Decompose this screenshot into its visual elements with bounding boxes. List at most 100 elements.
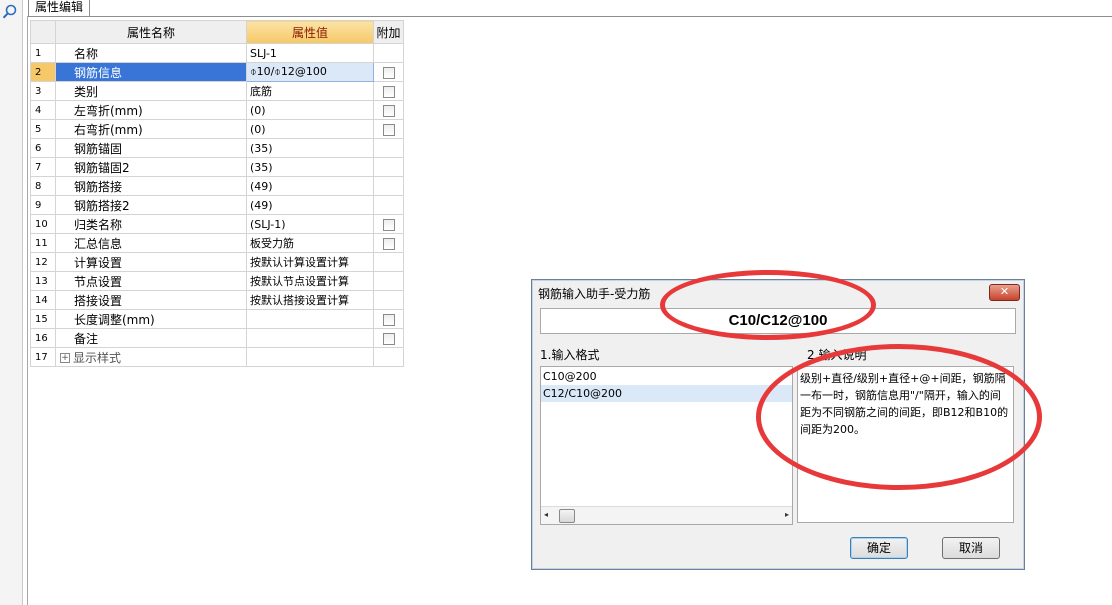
- table-row[interactable]: 14 搭接设置 按默认搭接设置计算: [30, 290, 404, 310]
- property-name-cell[interactable]: 右弯折(mm): [55, 119, 247, 139]
- extra-checkbox[interactable]: [382, 104, 395, 117]
- row-number: 13: [30, 271, 56, 291]
- property-value-cell[interactable]: (SLJ-1): [246, 214, 374, 234]
- row-number: 9: [30, 195, 56, 215]
- property-value-header[interactable]: 属性值: [246, 20, 374, 44]
- annotation-ellipse-input: [660, 270, 876, 340]
- row-number: 12: [30, 252, 56, 272]
- table-row[interactable]: 1 名称 SLJ-1: [30, 43, 404, 63]
- property-name-cell[interactable]: 类别: [55, 81, 247, 101]
- search-icon[interactable]: [2, 4, 18, 20]
- property-name-text: 显示样式: [73, 350, 122, 365]
- property-value-cell[interactable]: ⌽10/⌽12@100: [246, 62, 374, 82]
- property-name-cell[interactable]: 备注: [55, 328, 247, 348]
- table-row[interactable]: 6 钢筋锚固 (35): [30, 138, 404, 158]
- property-name-cell[interactable]: 节点设置: [55, 271, 247, 291]
- table-row[interactable]: 15 长度调整(mm): [30, 309, 404, 329]
- extra-cell: [373, 214, 404, 234]
- table-row[interactable]: 17 + 显示样式: [30, 347, 404, 367]
- property-value-cell[interactable]: 按默认计算设置计算: [246, 252, 374, 272]
- extra-checkbox[interactable]: [382, 218, 395, 231]
- row-number: 4: [30, 100, 56, 120]
- extra-cell: [373, 119, 404, 139]
- property-name-text: 搭接设置: [74, 293, 123, 308]
- property-value-cell[interactable]: (49): [246, 176, 374, 196]
- extra-cell: [373, 233, 404, 253]
- row-number: 6: [30, 138, 56, 158]
- property-name-cell[interactable]: 钢筋锚固: [55, 138, 247, 158]
- extra-checkbox[interactable]: [382, 123, 395, 136]
- property-value-cell[interactable]: 按默认节点设置计算: [246, 271, 374, 291]
- property-name-cell[interactable]: 钢筋搭接: [55, 176, 247, 196]
- property-name-cell[interactable]: 计算设置: [55, 252, 247, 272]
- extra-cell: [373, 62, 404, 82]
- close-button[interactable]: ✕: [989, 284, 1020, 301]
- table-row[interactable]: 9 钢筋搭接2 (49): [30, 195, 404, 215]
- property-name-cell[interactable]: 左弯折(mm): [55, 100, 247, 120]
- format-list[interactable]: C10@200 C12/C10@200 ◂ ▸: [540, 366, 793, 525]
- extra-cell: [373, 347, 404, 367]
- property-name-cell[interactable]: 搭接设置: [55, 290, 247, 310]
- property-value-cell[interactable]: 底筋: [246, 81, 374, 101]
- property-name-cell[interactable]: 汇总信息: [55, 233, 247, 253]
- table-row[interactable]: 8 钢筋搭接 (49): [30, 176, 404, 196]
- format-item-selected[interactable]: C12/C10@200: [541, 385, 792, 402]
- property-value-cell[interactable]: (0): [246, 100, 374, 120]
- horizontal-scrollbar[interactable]: ◂ ▸: [541, 506, 792, 524]
- table-row[interactable]: 4 左弯折(mm) (0): [30, 100, 404, 120]
- row-number: 3: [30, 81, 56, 101]
- expand-plus-icon[interactable]: +: [60, 353, 70, 363]
- property-value-cell[interactable]: [246, 309, 374, 329]
- extra-cell: [373, 271, 404, 291]
- extra-checkbox[interactable]: [382, 313, 395, 326]
- row-number: 15: [30, 309, 56, 329]
- property-value-cell[interactable]: (35): [246, 138, 374, 158]
- panel-divider: [27, 16, 28, 605]
- extra-checkbox[interactable]: [382, 332, 395, 345]
- extra-checkbox[interactable]: [382, 85, 395, 98]
- property-name-cell[interactable]: 钢筋信息: [55, 62, 247, 82]
- ok-button[interactable]: 确定: [850, 537, 908, 559]
- property-name-text: 钢筋信息: [74, 65, 123, 80]
- property-name-text: 计算设置: [74, 255, 123, 270]
- property-name-cell[interactable]: 钢筋锚固2: [55, 157, 247, 177]
- property-name-cell[interactable]: 钢筋搭接2: [55, 195, 247, 215]
- property-value-cell[interactable]: 按默认搭接设置计算: [246, 290, 374, 310]
- tab-property-editor[interactable]: 属性编辑: [28, 0, 91, 16]
- scroll-left-icon[interactable]: ◂: [544, 510, 548, 519]
- property-value-cell[interactable]: [246, 347, 374, 367]
- property-name-cell[interactable]: + 显示样式: [55, 347, 247, 367]
- table-row[interactable]: 5 右弯折(mm) (0): [30, 119, 404, 139]
- property-value-cell[interactable]: (49): [246, 195, 374, 215]
- format-item[interactable]: C10@200: [541, 368, 792, 385]
- table-row[interactable]: 16 备注: [30, 328, 404, 348]
- dialog-title: 钢筋输入助手-受力筋: [538, 287, 651, 301]
- property-value-cell[interactable]: [246, 328, 374, 348]
- extra-checkbox[interactable]: [382, 66, 395, 79]
- scroll-thumb[interactable]: [559, 509, 575, 523]
- property-value-cell[interactable]: (0): [246, 119, 374, 139]
- extra-checkbox[interactable]: [382, 237, 395, 250]
- property-name-cell[interactable]: 长度调整(mm): [55, 309, 247, 329]
- property-value-cell[interactable]: 板受力筋: [246, 233, 374, 253]
- row-number: 16: [30, 328, 56, 348]
- cancel-button[interactable]: 取消: [942, 537, 1000, 559]
- table-row[interactable]: 11 汇总信息 板受力筋: [30, 233, 404, 253]
- row-number: 17: [30, 347, 56, 367]
- table-row[interactable]: 3 类别 底筋: [30, 81, 404, 101]
- property-name-header[interactable]: 属性名称: [55, 20, 247, 44]
- table-row[interactable]: 13 节点设置 按默认节点设置计算: [30, 271, 404, 291]
- property-name-cell[interactable]: 名称: [55, 43, 247, 63]
- property-value-cell[interactable]: (35): [246, 157, 374, 177]
- table-row[interactable]: 7 钢筋锚固2 (35): [30, 157, 404, 177]
- table-row[interactable]: 12 计算设置 按默认计算设置计算: [30, 252, 404, 272]
- property-value-cell[interactable]: SLJ-1: [246, 43, 374, 63]
- extra-header[interactable]: 附加: [373, 20, 404, 44]
- property-name-cell[interactable]: 归类名称: [55, 214, 247, 234]
- extra-cell: [373, 81, 404, 101]
- tab-bar: 属性编辑: [28, 0, 1112, 17]
- table-row[interactable]: 2 钢筋信息 ⌽10/⌽12@100: [30, 62, 404, 82]
- table-row[interactable]: 10 归类名称 (SLJ-1): [30, 214, 404, 234]
- property-name-text: 汇总信息: [74, 236, 123, 251]
- scroll-right-icon[interactable]: ▸: [785, 510, 789, 519]
